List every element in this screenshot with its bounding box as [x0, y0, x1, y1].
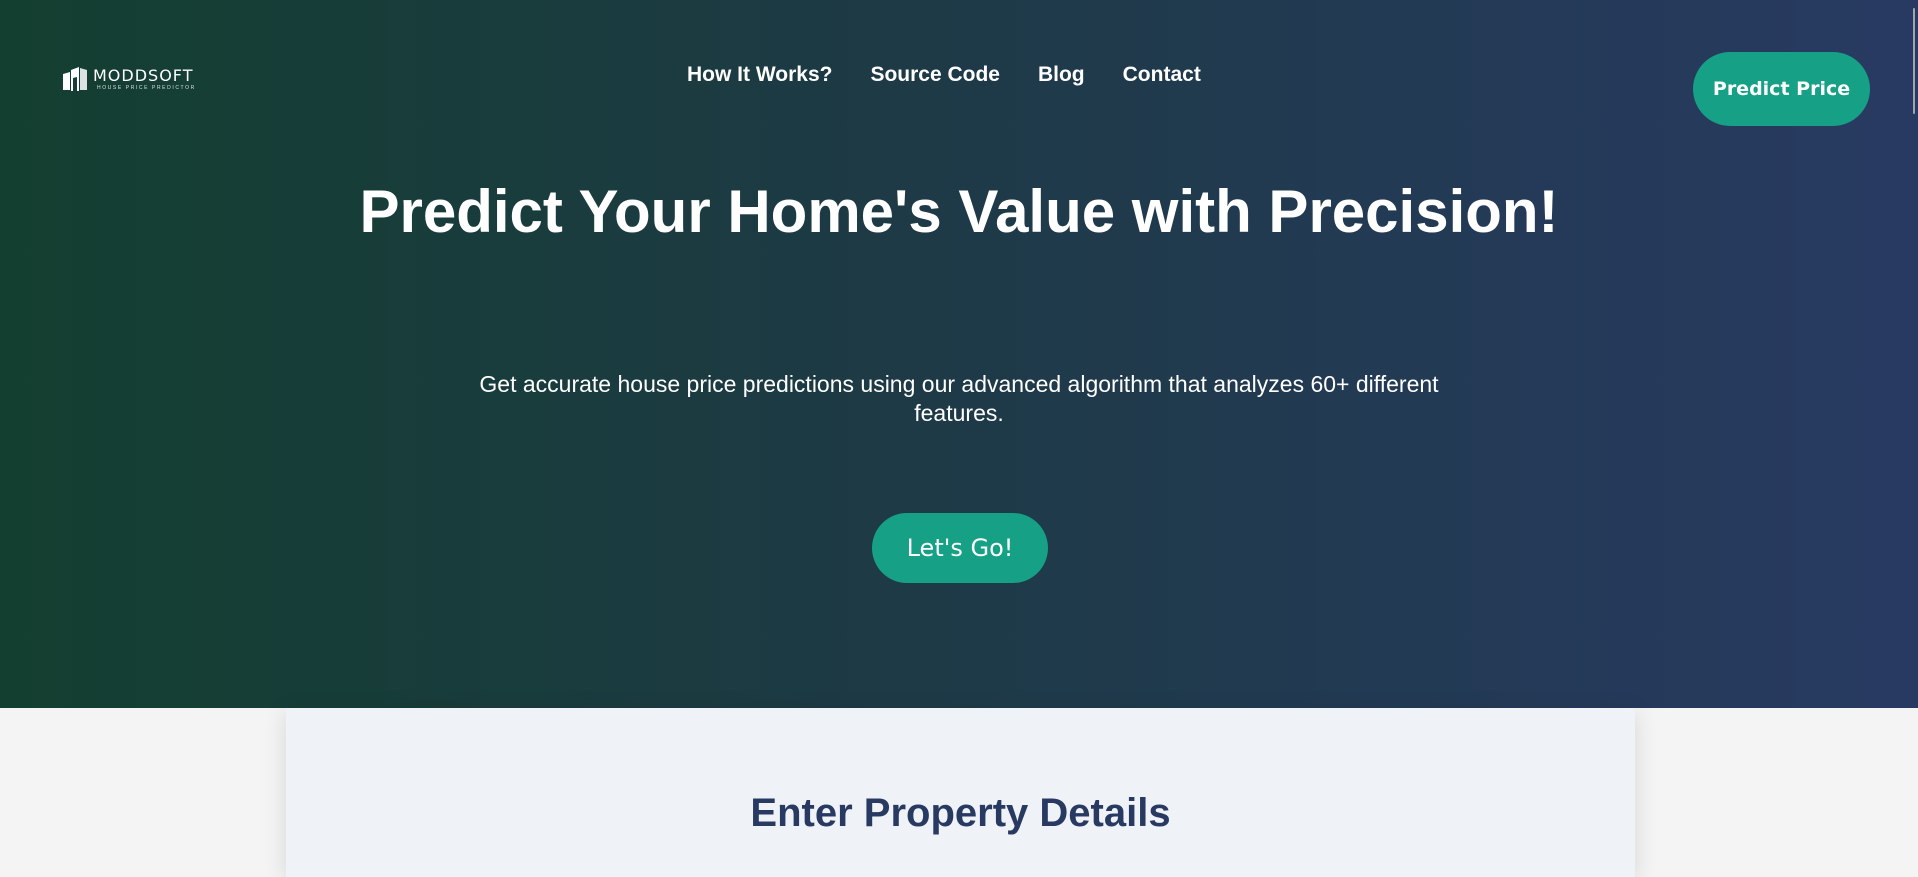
lets-go-button[interactable]: Let's Go!	[872, 513, 1048, 583]
property-form-card: Enter Property Details	[286, 708, 1635, 877]
page-scrollbar[interactable]	[1913, 8, 1915, 114]
brand-logo[interactable]: MODDSOFT HOUSE PRICE PREDICTOR	[61, 66, 196, 92]
building-logo-icon	[63, 67, 87, 91]
nav-link-how-it-works[interactable]: How It Works?	[687, 63, 832, 87]
hero-subtitle: Get accurate house price predictions usi…	[479, 371, 1439, 426]
nav-link-contact[interactable]: Contact	[1123, 63, 1201, 87]
nav-link-blog[interactable]: Blog	[1038, 63, 1085, 87]
nav-link-source-code[interactable]: Source Code	[870, 63, 1000, 87]
hero-section: MODDSOFT HOUSE PRICE PREDICTOR How It Wo…	[0, 0, 1918, 708]
brand-name: MODDSOFT	[93, 65, 194, 85]
main-nav: How It Works? Source Code Blog Contact	[687, 63, 1201, 87]
hero-title: Predict Your Home's Value with Precision…	[359, 178, 1559, 245]
form-section-title: Enter Property Details	[750, 791, 1171, 835]
brand-tagline: HOUSE PRICE PREDICTOR	[97, 84, 196, 91]
predict-price-button[interactable]: Predict Price	[1693, 52, 1870, 126]
